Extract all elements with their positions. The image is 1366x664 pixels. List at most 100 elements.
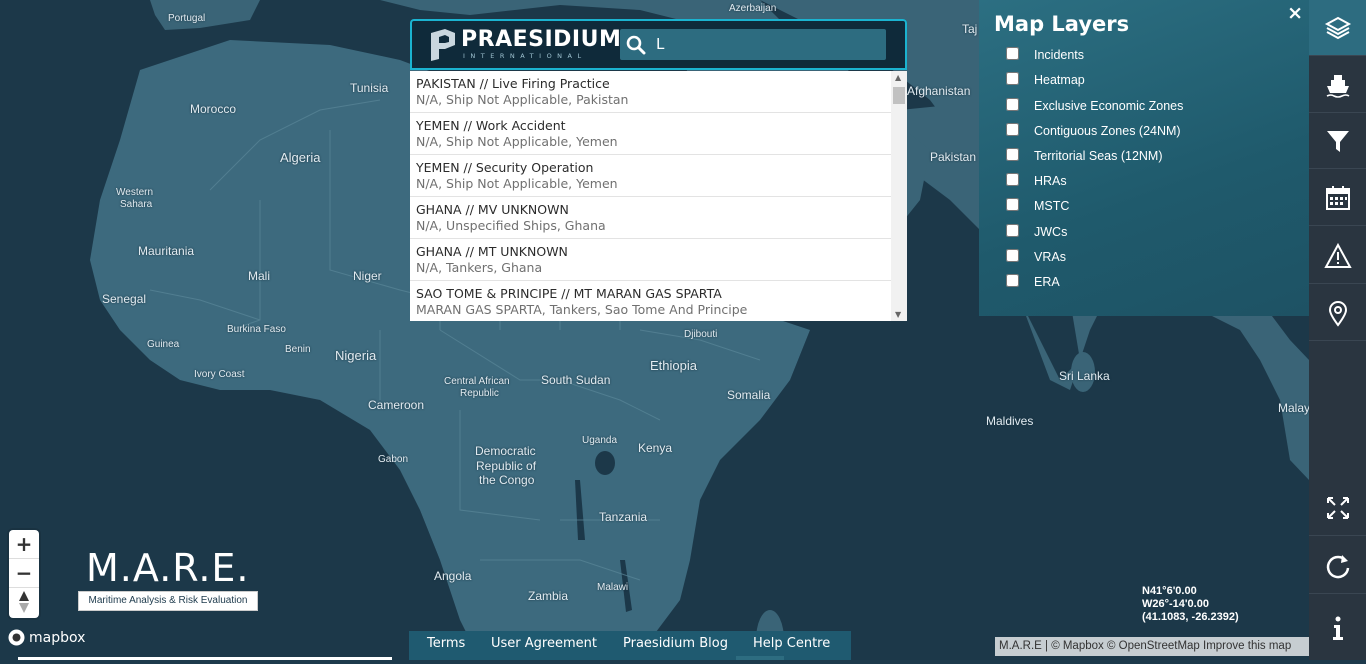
search-box[interactable] <box>620 29 886 60</box>
search-result-title: YEMEN // Security Operation <box>416 160 594 175</box>
compass-button[interactable] <box>9 588 39 617</box>
map-label-ivory-coast: Ivory Coast <box>194 369 245 380</box>
map-label-guinea: Guinea <box>147 339 180 350</box>
footer-link-help[interactable]: Help Centre <box>753 636 830 651</box>
search-icon[interactable] <box>626 35 646 55</box>
filter-button[interactable] <box>1309 113 1366 169</box>
map-label-tunisia: Tunisia <box>350 81 389 95</box>
warning-icon <box>1323 242 1352 268</box>
mare-logo: M.A.R.E. Maritime Analysis & Risk Evalua… <box>78 546 258 611</box>
footer-link-user-agreement[interactable]: User Agreement <box>491 636 597 651</box>
map-label-drc-2: Republic of <box>476 459 537 473</box>
ships-button[interactable] <box>1309 57 1366 113</box>
map-marker-icon <box>1328 300 1347 327</box>
search-result-title: YEMEN // Work Accident <box>416 118 566 133</box>
layer-checkbox[interactable] <box>1006 198 1019 211</box>
map-label-pakistan: Pakistan <box>930 150 977 164</box>
calendar-button[interactable] <box>1309 170 1366 226</box>
scroll-up-arrow-icon[interactable]: ▲ <box>895 73 901 82</box>
scroll-thumb[interactable] <box>893 87 905 104</box>
map-label-mali: Mali <box>248 269 271 283</box>
fullscreen-icon <box>1326 496 1349 519</box>
layer-checkbox[interactable] <box>1006 148 1019 161</box>
map-label-malawi: Malawi <box>597 582 629 593</box>
search-result-item[interactable]: SAO TOME & PRINCIPE // MT MARAN GAS SPAR… <box>410 281 891 321</box>
map-label-maldives: Maldives <box>986 414 1034 428</box>
map-label-car-2: Republic <box>460 388 499 399</box>
map-label-niger: Niger <box>353 269 382 283</box>
mapbox-icon <box>8 629 25 646</box>
info-button[interactable] <box>1309 596 1366 660</box>
map-label-benin: Benin <box>285 344 311 355</box>
map-layers-panel: Map Layers × Incidents Heatmap Exclusive E… <box>979 0 1309 316</box>
map-label-drc-3: the Congo <box>479 473 535 487</box>
search-input[interactable] <box>656 33 876 55</box>
ship-icon <box>1326 74 1349 98</box>
mare-title: M.A.R.E. <box>86 546 250 590</box>
layer-checkbox[interactable] <box>1006 123 1019 136</box>
layer-label: Territorial Seas (12NM) <box>1034 149 1163 163</box>
map-label-uganda: Uganda <box>582 435 618 446</box>
layer-label: Exclusive Economic Zones <box>1034 99 1184 113</box>
location-button[interactable] <box>1309 285 1366 341</box>
layer-checkbox[interactable] <box>1006 173 1019 186</box>
map-label-mauritania: Mauritania <box>138 244 195 258</box>
refresh-icon <box>1326 554 1349 578</box>
layer-checkbox[interactable] <box>1006 274 1019 287</box>
map-label-drc-1: Democratic <box>475 444 536 458</box>
map-label-djibouti: Djibouti <box>684 329 718 340</box>
info-icon <box>1332 616 1343 640</box>
map-label-burkina-faso: Burkina Faso <box>227 324 286 335</box>
compass-icon <box>19 591 29 613</box>
layer-label: Incidents <box>1034 48 1085 62</box>
layers-icon <box>1324 16 1351 39</box>
refresh-button[interactable] <box>1309 538 1366 594</box>
search-result-subtitle: N/A, Ship Not Applicable, Pakistan <box>416 92 629 107</box>
map-layers-title: Map Layers <box>994 12 1130 36</box>
results-scrollbar[interactable]: ▲ ▼ <box>891 71 907 321</box>
mapbox-logo[interactable]: mapbox <box>8 629 85 646</box>
map-label-morocco: Morocco <box>190 102 237 116</box>
praesidium-logo[interactable]: PRAESIDIUM INTERNATIONAL <box>429 28 621 62</box>
search-result-item[interactable]: YEMEN // Work Accident N/A, Ship Not Appl… <box>410 113 891 155</box>
layer-label: Contiguous Zones (24NM) <box>1034 124 1181 138</box>
map-label-gabon: Gabon <box>378 454 409 465</box>
search-results-list[interactable]: PAKISTAN // Live Firing Practice N/A, Shi… <box>410 71 891 321</box>
layers-button[interactable] <box>1309 0 1366 56</box>
map-label-zambia: Zambia <box>528 589 569 603</box>
map-label-malaysia: Malay <box>1278 401 1311 415</box>
map-label-cameroon: Cameroon <box>368 398 425 412</box>
layer-checkbox[interactable] <box>1006 47 1019 60</box>
fullscreen-button[interactable] <box>1309 480 1366 536</box>
map-attribution[interactable]: M.A.R.E | © Mapbox © OpenStreetMap Impro… <box>995 637 1309 656</box>
map-label-afghanistan: Afghanistan <box>907 84 971 98</box>
layer-checkbox[interactable] <box>1006 249 1019 262</box>
search-result-item[interactable]: PAKISTAN // Live Firing Practice N/A, Shi… <box>410 71 891 113</box>
map-label-portugal: Portugal <box>168 13 206 24</box>
layer-checkbox[interactable] <box>1006 98 1019 111</box>
footer-bar: Terms User Agreement Praesidium Blog Hel… <box>409 631 851 660</box>
layer-checkbox[interactable] <box>1006 72 1019 85</box>
layer-checkbox[interactable] <box>1006 224 1019 237</box>
coordinates-readout: N41°6'0.00 W26°-14'0.00 (41.1083, -26.23… <box>1142 585 1239 624</box>
footer-link-terms[interactable]: Terms <box>427 636 465 651</box>
search-result-item[interactable]: YEMEN // Security Operation N/A, Ship Not… <box>410 155 891 197</box>
search-result-subtitle: N/A, Ship Not Applicable, Yemen <box>416 134 618 149</box>
right-sidebar <box>1309 0 1366 660</box>
search-result-item[interactable]: GHANA // MV UNKNOWN N/A, Unspecified Ship… <box>410 197 891 239</box>
zoom-out-button[interactable]: − <box>9 559 39 588</box>
alerts-button[interactable] <box>1309 228 1366 284</box>
search-result-item[interactable]: GHANA // MT UNKNOWN N/A, Tankers, Ghana <box>410 239 891 281</box>
map-label-south-sudan: South Sudan <box>541 373 611 387</box>
close-icon[interactable]: × <box>1287 2 1303 24</box>
search-result-subtitle: N/A, Unspecified Ships, Ghana <box>416 218 606 233</box>
scroll-down-arrow-icon[interactable]: ▼ <box>895 310 901 319</box>
zoom-in-button[interactable]: + <box>9 530 39 559</box>
layer-label: JWCs <box>1034 225 1068 239</box>
brand-name: PRAESIDIUM <box>461 27 622 52</box>
map-label-angola: Angola <box>434 569 472 583</box>
map-label-somalia: Somalia <box>727 388 771 402</box>
map-label-azerbaijan: Azerbaijan <box>729 3 777 14</box>
footer-link-blog[interactable]: Praesidium Blog <box>623 636 728 651</box>
search-header: PRAESIDIUM INTERNATIONAL <box>410 19 907 70</box>
